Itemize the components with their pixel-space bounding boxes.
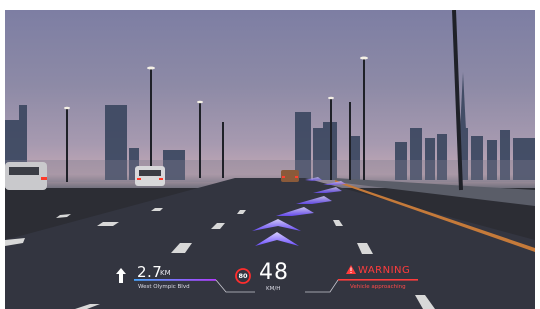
speed-unit: KM/H <box>266 286 281 292</box>
warning-title: WARNING <box>358 265 411 276</box>
straight-arrow-icon <box>116 268 126 283</box>
route-guidance-chevrons <box>252 177 346 246</box>
hud-screenshot: 2.7 KM West Olympic Blvd 80 48 KM/H WARN… <box>0 0 540 309</box>
street-name: West Olympic Blvd <box>138 284 190 290</box>
warning-subtitle: Vehicle approaching <box>350 284 406 290</box>
current-speed: 48 <box>259 260 289 285</box>
distance-unit: KM <box>160 269 171 277</box>
speed-limit-value: 80 <box>238 272 248 280</box>
warning-triangle-icon <box>346 265 356 274</box>
distance-value: 2.7 <box>137 263 163 281</box>
